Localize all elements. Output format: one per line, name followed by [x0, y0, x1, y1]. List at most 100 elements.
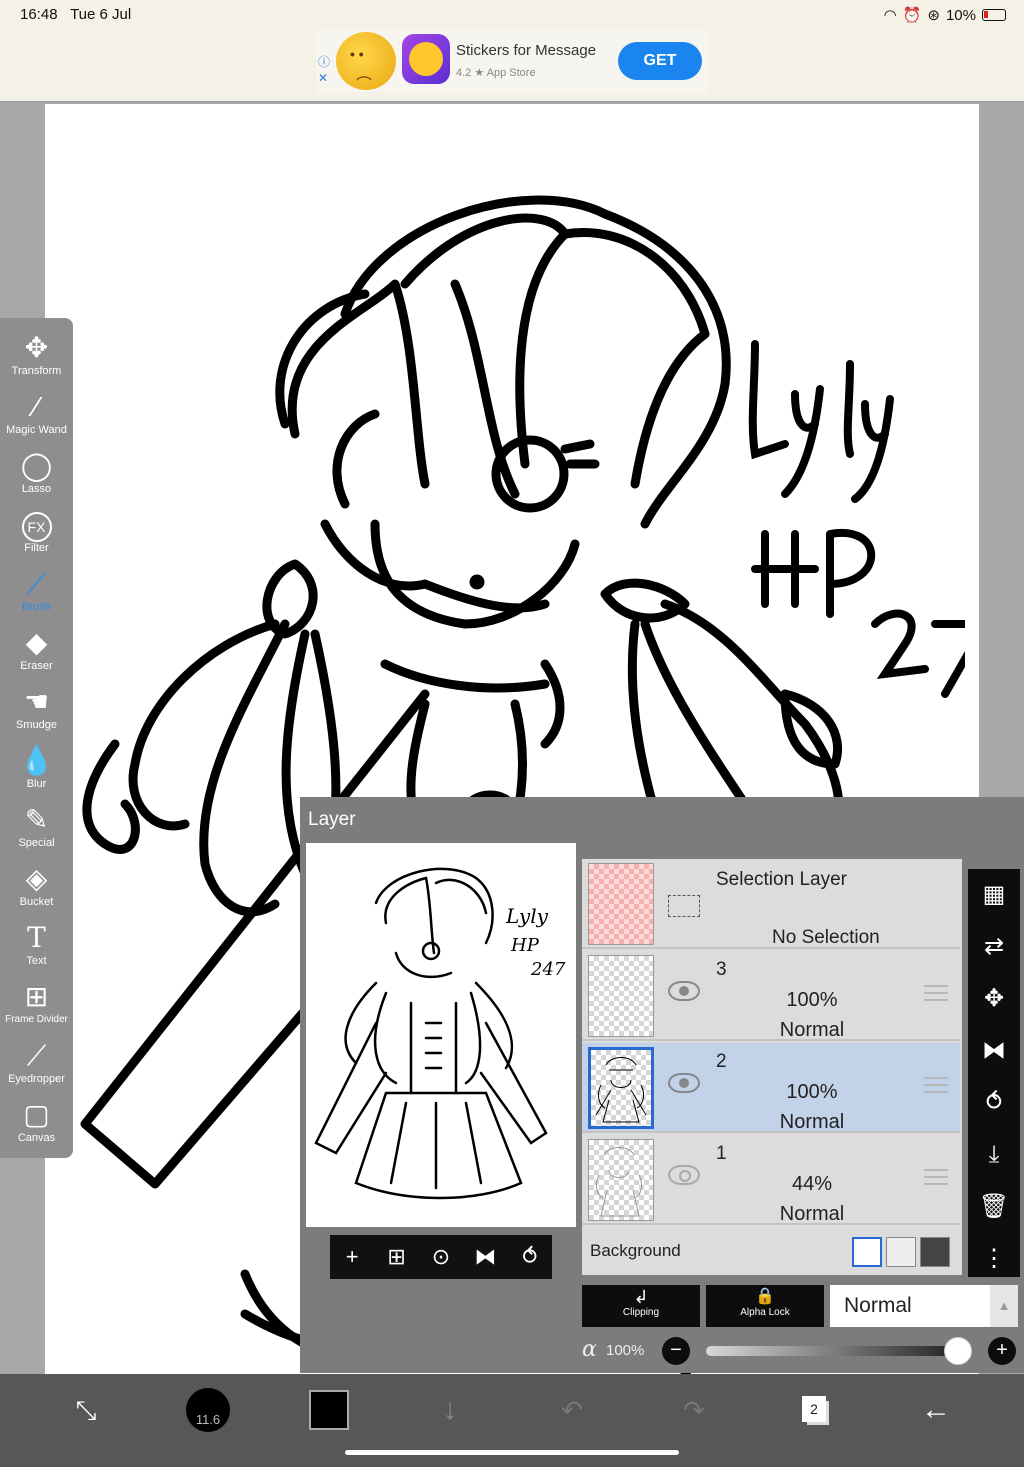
back-arrow-icon[interactable]: ← [912, 1386, 960, 1434]
alarm-icon: ⏰ [902, 7, 922, 24]
eye-icon[interactable] [668, 1165, 700, 1185]
selection-layer-name: Selection Layer [716, 869, 847, 890]
tool-text[interactable]: T Text [0, 920, 73, 978]
left-toolbar: ✥ Transform ⁄ Magic Wand ◯ Lasso FX Filter ⟋… [0, 318, 73, 1158]
sad-emoji-icon [336, 32, 396, 90]
ad-title: Stickers for Message [456, 42, 597, 59]
selection-layer-thumb [588, 863, 654, 945]
tool-transform[interactable]: ✥ Transform [0, 330, 73, 388]
color-swatch-button[interactable] [309, 1390, 349, 1430]
ad-unit[interactable]: ⓘ✕ Stickers for Message 4.2 ★ App Store … [316, 30, 708, 92]
layer-preview: Lyly HP 247 [306, 843, 576, 1227]
alpha-symbol: α [582, 1337, 597, 1362]
magic-wand-icon: ⁄ [34, 391, 39, 422]
rotate-layer-icon[interactable]: ⥀ [512, 1244, 548, 1270]
move-layer-icon[interactable]: ✥ [968, 973, 1020, 1025]
selection-layer-row[interactable]: Selection Layer No Selection [582, 859, 960, 949]
layer-thumb [588, 955, 654, 1037]
brush-size-button[interactable]: 11.6 [186, 1388, 230, 1432]
bucket-icon: ◈ [25, 863, 48, 894]
move-icon: ✥ [24, 332, 49, 363]
swap-tool-icon[interactable]: ⤡ [64, 1386, 108, 1434]
layer-mode: Normal [779, 1111, 845, 1133]
ad-info-icon[interactable]: ⓘ ✕ [318, 54, 330, 86]
orientation-lock-icon: ⊛ [927, 7, 940, 24]
special-pen-icon: ✎ [24, 804, 49, 835]
canvas-icon: ▢ [23, 1099, 50, 1130]
smudge-icon: ☚ [23, 686, 50, 717]
undo-icon[interactable]: ↶ [550, 1386, 594, 1434]
layer-opacity: 44% [791, 1173, 833, 1195]
layer-transfer-icon[interactable]: ⇄ [968, 921, 1020, 973]
merge-down-icon[interactable]: ⤓ [968, 1129, 1020, 1181]
tool-brush[interactable]: ⟋ Brush [0, 566, 73, 624]
background-white-swatch[interactable] [852, 1237, 882, 1267]
ad-banner: ⓘ✕ Stickers for Message 4.2 ★ App Store … [0, 30, 1024, 102]
drag-handle-icon[interactable] [924, 985, 948, 1001]
tool-special[interactable]: ✎ Special [0, 802, 73, 860]
battery-percent: 10% [945, 6, 976, 24]
alpha-slider[interactable] [706, 1346, 958, 1356]
clipping-button[interactable]: ↲ Clipping [582, 1285, 700, 1327]
background-dark-swatch[interactable] [920, 1237, 950, 1267]
tool-canvas[interactable]: ▢ Canvas [0, 1097, 73, 1155]
layer-thumb-drawing [595, 1057, 647, 1123]
background-row: Background [582, 1229, 960, 1275]
rotate-icon[interactable]: ⥀ [968, 1077, 1020, 1129]
tool-frame-divider[interactable]: ⊞ Frame Divider [0, 979, 73, 1037]
brush-icon: ⟋ [26, 568, 47, 599]
ad-get-button[interactable]: GET [618, 42, 702, 80]
add-layer-icon[interactable]: + [334, 1244, 370, 1270]
layer-mode: Normal [779, 1203, 845, 1225]
flip-layer-icon[interactable]: ⧓ [968, 1025, 1020, 1077]
eye-icon[interactable] [668, 1073, 700, 1093]
preview-sig-line-3: 247 [530, 959, 566, 980]
blend-mode-select[interactable]: Normal ▲ [830, 1285, 1018, 1327]
alpha-lock-button[interactable]: 🔒 Alpha Lock [706, 1285, 824, 1327]
layer-name: 1 [716, 1143, 727, 1164]
add-layer-copy-icon[interactable]: ⊞ [379, 1244, 415, 1270]
alpha-increase-button[interactable]: + [988, 1337, 1016, 1365]
lock-icon: 🔒 [755, 1288, 775, 1305]
drag-handle-icon[interactable] [924, 1169, 948, 1185]
layer-row[interactable]: 1 44% Normal [582, 1135, 960, 1225]
fx-icon: FX [0, 507, 73, 543]
dropdown-arrow-icon: ▲ [990, 1285, 1018, 1327]
alpha-slider-knob[interactable] [944, 1337, 972, 1365]
selection-dashed-icon [668, 895, 700, 917]
status-icons: ◠ ⏰ ⊛ 10% [884, 6, 1006, 24]
tool-lasso[interactable]: ◯ Lasso [0, 448, 73, 506]
clipping-icon: ↲ [633, 1287, 649, 1307]
trash-icon[interactable]: 🗑 [968, 1181, 1020, 1233]
download-arrow-icon[interactable]: ↓ [428, 1386, 472, 1434]
tool-filter[interactable]: FX Filter [0, 507, 73, 565]
tool-magic-wand[interactable]: ⁄ Magic Wand [0, 389, 73, 447]
flip-horizontal-icon[interactable]: ⧓ [467, 1244, 503, 1270]
blur-drop-icon: 💧 [19, 745, 54, 776]
redo-icon[interactable]: ↷ [672, 1386, 716, 1434]
background-label: Background [590, 1241, 681, 1260]
more-options-icon[interactable]: ⋮ [968, 1233, 1020, 1285]
alpha-decrease-button[interactable]: − [662, 1337, 690, 1365]
tool-eyedropper[interactable]: ⟋ Eyedropper [0, 1038, 73, 1096]
tool-bucket[interactable]: ◈ Bucket [0, 861, 73, 919]
layer-row[interactable]: 3 100% Normal [582, 951, 960, 1041]
preview-sig-line-1: Lyly [505, 904, 549, 928]
layer-name: 3 [716, 959, 727, 980]
background-transparent-swatch[interactable] [886, 1237, 916, 1267]
tool-blur[interactable]: 💧 Blur [0, 743, 73, 801]
camera-icon[interactable]: ⊙ [423, 1244, 459, 1270]
drag-handle-icon[interactable] [924, 1077, 948, 1093]
tool-smudge[interactable]: ☚ Smudge [0, 684, 73, 742]
frame-divider-icon: ⊞ [24, 981, 49, 1012]
eraser-icon: ◆ [25, 627, 48, 658]
tool-eraser[interactable]: ◆ Eraser [0, 625, 73, 683]
checker-icon[interactable]: ▦ [968, 869, 1020, 921]
layer-panel: Layer Lyly HP 247 + ⊞ ⊙ ⧓ ⥀ Selection La… [300, 797, 1024, 1373]
layer-count-button[interactable]: 2 [802, 1396, 826, 1422]
lasso-icon: ◯ [20, 450, 53, 481]
preview-toolbar: + ⊞ ⊙ ⧓ ⥀ [330, 1235, 552, 1279]
eye-icon[interactable] [668, 981, 700, 1001]
layer-row[interactable]: 2 100% Normal [582, 1043, 960, 1133]
selection-layer-status: No Selection [772, 927, 880, 948]
